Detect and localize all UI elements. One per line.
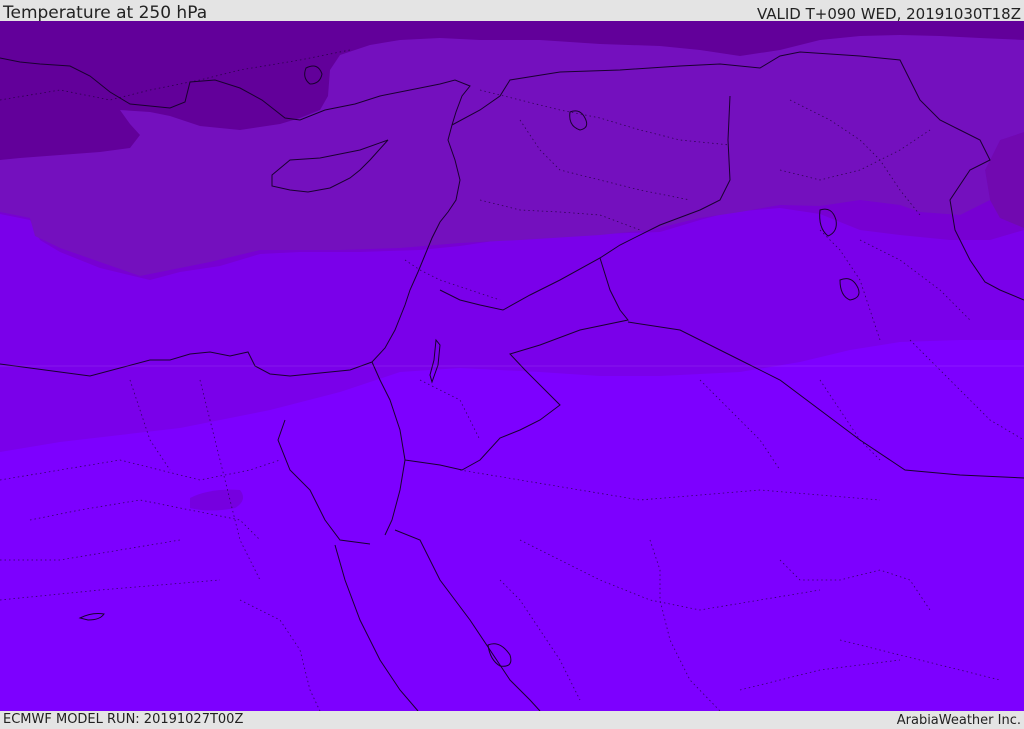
footer-bar: ECMWF MODEL RUN: 20191027T00Z ArabiaWeat… bbox=[0, 711, 1024, 729]
title-bar: Temperature at 250 hPa VALID T+090 WED, … bbox=[0, 0, 1024, 23]
temperature-map bbox=[0, 21, 1024, 711]
credit: ArabiaWeather Inc. bbox=[896, 713, 1021, 728]
map-title: Temperature at 250 hPa bbox=[3, 3, 208, 23]
model-run: ECMWF MODEL RUN: 20191027T00Z bbox=[3, 712, 244, 727]
